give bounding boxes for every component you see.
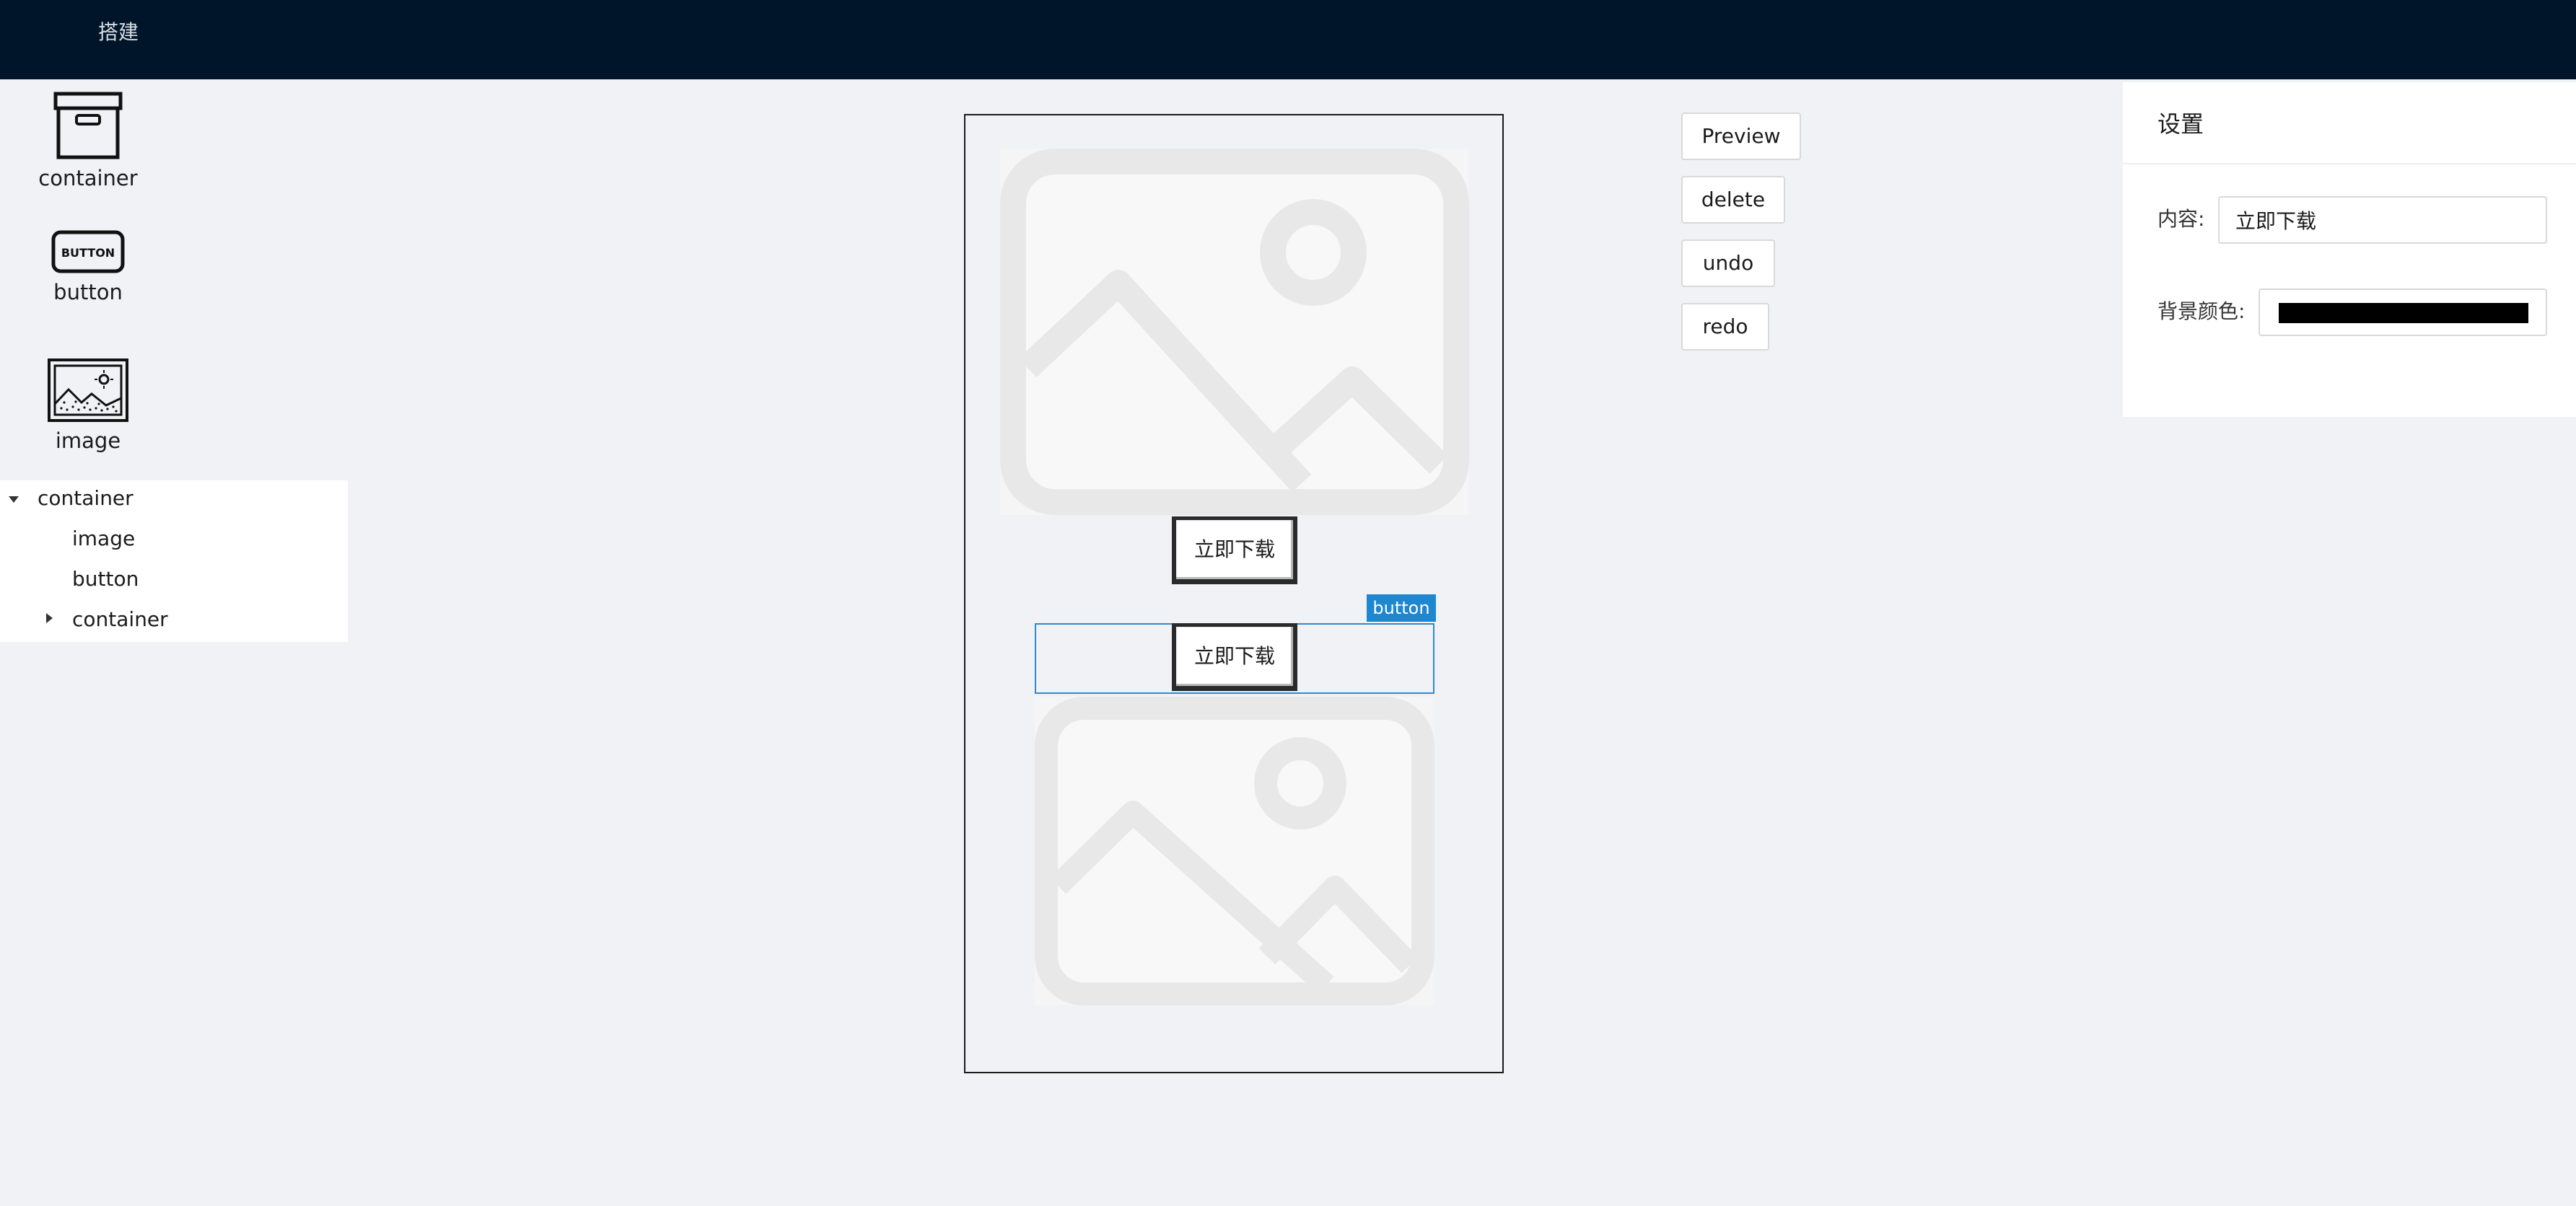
editor-canvas[interactable]: 立即下载 button 立即下载 <box>964 114 1504 1073</box>
settings-title: 设置 <box>2157 110 2204 138</box>
caret-down-icon[interactable] <box>9 496 19 503</box>
tree-node-container-child[interactable]: container <box>72 606 168 633</box>
tree-node-image[interactable]: image <box>72 525 135 553</box>
undo-button[interactable]: undo <box>1681 239 1775 287</box>
selection-tag: button <box>1367 594 1436 622</box>
palette-item-button[interactable]: BUTTON button <box>16 229 160 306</box>
component-tree: container image button container <box>0 480 348 642</box>
image-placeholder-icon <box>1000 149 1469 515</box>
canvas-image-1[interactable] <box>1000 149 1469 515</box>
bg-color-picker[interactable] <box>2259 289 2547 336</box>
redo-button[interactable]: redo <box>1681 303 1769 351</box>
palette-label-image: image <box>55 428 121 453</box>
caret-right-icon[interactable] <box>46 613 53 623</box>
content-label: 内容: <box>2157 207 2205 231</box>
delete-button[interactable]: delete <box>1681 176 1785 224</box>
settings-panel: 设置 内容: 背景颜色: <box>2123 82 2576 417</box>
tree-node-button[interactable]: button <box>72 565 139 593</box>
button-icon: BUTTON <box>51 230 125 273</box>
canvas-download-button-2[interactable]: 立即下载 <box>1172 623 1297 691</box>
bg-color-label: 背景颜色: <box>2157 299 2246 323</box>
preview-button[interactable]: Preview <box>1681 113 1801 160</box>
canvas-download-button-1[interactable]: 立即下载 <box>1172 516 1297 584</box>
palette-label-button: button <box>53 280 123 304</box>
header-title: 搭建 <box>98 20 139 44</box>
palette-item-container[interactable]: container <box>16 91 160 192</box>
image-icon <box>48 358 128 422</box>
tree-node-container-root[interactable]: container <box>38 485 133 512</box>
palette-label-container: container <box>38 166 138 190</box>
top-header: 搭建 <box>0 0 2576 79</box>
canvas-image-2[interactable] <box>1035 697 1434 1005</box>
box-icon <box>53 92 123 159</box>
image-placeholder-icon <box>1035 697 1434 1005</box>
svg-text:BUTTON: BUTTON <box>61 246 115 260</box>
palette-item-image[interactable]: image <box>16 358 160 454</box>
settings-divider <box>2123 163 2576 164</box>
bg-color-swatch <box>2279 303 2528 323</box>
content-input[interactable] <box>2218 196 2547 244</box>
